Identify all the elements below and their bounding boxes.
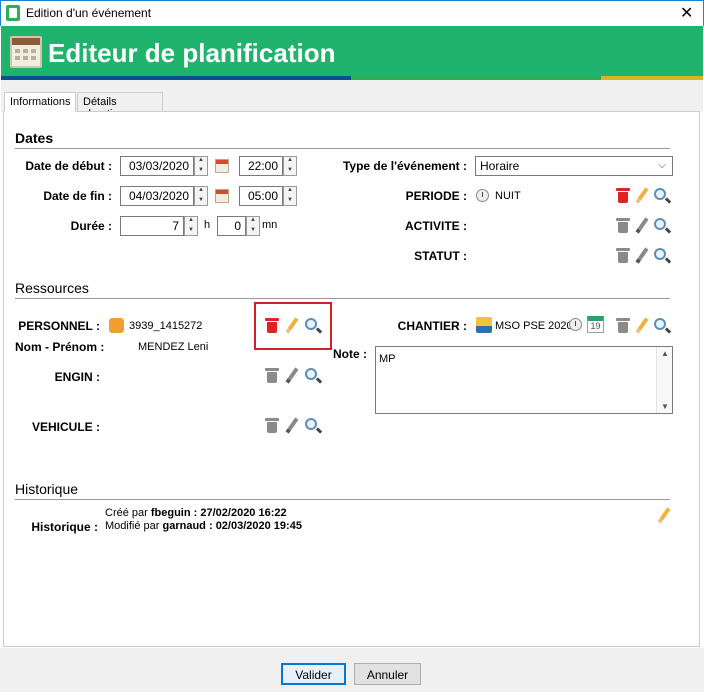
end-date-spinner[interactable] xyxy=(194,186,208,206)
note-text: MP xyxy=(379,353,396,365)
end-date-input[interactable]: 04/03/2020 xyxy=(120,186,194,206)
calendar-day-icon[interactable]: 19 xyxy=(587,316,604,333)
start-time-spinner[interactable] xyxy=(283,156,297,176)
activite-delete-icon[interactable] xyxy=(616,218,630,233)
engin-search-icon[interactable] xyxy=(305,368,317,380)
activite-search-icon[interactable] xyxy=(654,218,666,230)
history-created: Créé par fbeguin : 27/02/2020 16:22 xyxy=(105,507,287,519)
end-date-label: Date de fin : xyxy=(43,189,112,203)
moon-clock-icon xyxy=(476,189,489,202)
created-sep: : xyxy=(193,507,198,519)
modified-sep: : xyxy=(208,520,213,532)
personnel-value: 3939_1415272 xyxy=(129,320,203,332)
history-section-title: Historique xyxy=(15,481,79,497)
periode-value: NUIT xyxy=(495,190,521,202)
construction-icon xyxy=(476,317,492,333)
button-bar xyxy=(0,648,704,692)
tab-details-chantier[interactable]: Détails chantier xyxy=(77,92,163,120)
event-type-label: Type de l'événement : xyxy=(342,159,467,173)
modified-prefix: Modifié par xyxy=(105,520,160,532)
personnel-search-icon[interactable] xyxy=(305,318,317,330)
calendar-icon xyxy=(10,36,42,68)
end-time-spinner[interactable] xyxy=(283,186,297,206)
event-type-select[interactable]: Horaire ⌵ xyxy=(475,156,673,176)
minutes-unit: mn xyxy=(262,219,278,231)
resources-divider xyxy=(15,298,670,299)
event-type-value: Horaire xyxy=(480,159,520,173)
modified-by: garnaud xyxy=(162,520,206,532)
duration-minutes-spinner[interactable] xyxy=(246,216,260,236)
duration-minutes-input[interactable]: 0 xyxy=(217,216,246,236)
dates-section-title: Dates xyxy=(15,130,54,146)
start-time-input[interactable]: 22:00 xyxy=(239,156,283,176)
window-title: Edition d'un événement xyxy=(26,6,152,20)
start-date-label: Date de début : xyxy=(25,159,112,173)
clock-icon[interactable] xyxy=(569,318,582,331)
nom-prenom-label: Nom - Prénom : xyxy=(15,340,105,354)
vehicule-label: VEHICULE : xyxy=(31,420,100,434)
chantier-search-icon[interactable] xyxy=(654,318,666,330)
vehicule-search-icon[interactable] xyxy=(305,418,317,430)
created-prefix: Créé par xyxy=(105,507,148,519)
engin-label: ENGIN : xyxy=(54,370,100,384)
modified-at: 02/03/2020 19:45 xyxy=(215,520,302,532)
history-modified: Modifié par garnaud : 02/03/2020 19:45 xyxy=(105,520,302,532)
history-label: Historique : xyxy=(31,520,98,534)
personnel-label: PERSONNEL : xyxy=(18,319,100,333)
cancel-button[interactable]: Annuler xyxy=(354,663,421,685)
duration-hours-input[interactable]: 7 xyxy=(120,216,184,236)
chantier-label: CHANTIER : xyxy=(397,319,467,333)
history-divider xyxy=(15,499,670,500)
nom-prenom-value: MENDEZ Leni xyxy=(138,341,209,353)
duration-hours-spinner[interactable] xyxy=(184,216,198,236)
activite-label: ACTIVITE : xyxy=(405,219,467,233)
hours-unit: h xyxy=(204,219,211,231)
periode-delete-icon[interactable] xyxy=(616,188,630,203)
scroll-up-icon[interactable]: ▲ xyxy=(661,349,669,358)
note-scrollbar[interactable]: ▲ ▼ xyxy=(656,347,672,413)
app-icon xyxy=(6,5,20,21)
page-title: Editeur de planification xyxy=(48,38,336,68)
vehicule-delete-icon[interactable] xyxy=(265,418,279,433)
note-label: Note : xyxy=(333,347,367,361)
note-textarea[interactable]: MP ▲ ▼ xyxy=(375,346,673,414)
duration-label: Durée : xyxy=(70,219,112,233)
dates-divider xyxy=(15,148,670,149)
close-icon[interactable]: ✕ xyxy=(680,3,693,23)
chantier-delete-icon[interactable] xyxy=(616,318,630,333)
periode-label: PERIODE : xyxy=(405,189,467,203)
statut-search-icon[interactable] xyxy=(654,248,666,260)
start-date-spinner[interactable] xyxy=(194,156,208,176)
end-date-calendar-icon[interactable] xyxy=(215,189,229,203)
engin-delete-icon[interactable] xyxy=(265,368,279,383)
statut-label: STATUT : xyxy=(414,249,467,263)
tab-informations[interactable]: Informations xyxy=(4,92,76,112)
personnel-person-icon xyxy=(109,318,124,333)
personnel-delete-icon[interactable] xyxy=(265,318,279,333)
created-at: 27/02/2020 16:22 xyxy=(200,507,287,519)
chantier-value: MSO PSE 2020 xyxy=(495,320,573,332)
validate-button[interactable]: Valider xyxy=(281,663,346,685)
scroll-down-icon[interactable]: ▼ xyxy=(661,402,669,411)
end-time-input[interactable]: 05:00 xyxy=(239,186,283,206)
start-date-calendar-icon[interactable] xyxy=(215,159,229,173)
periode-search-icon[interactable] xyxy=(654,188,666,200)
start-date-input[interactable]: 03/03/2020 xyxy=(120,156,194,176)
resources-section-title: Ressources xyxy=(15,280,89,296)
created-by: fbeguin xyxy=(150,507,191,519)
chevron-down-icon: ⌵ xyxy=(658,160,666,171)
statut-delete-icon[interactable] xyxy=(616,248,630,263)
